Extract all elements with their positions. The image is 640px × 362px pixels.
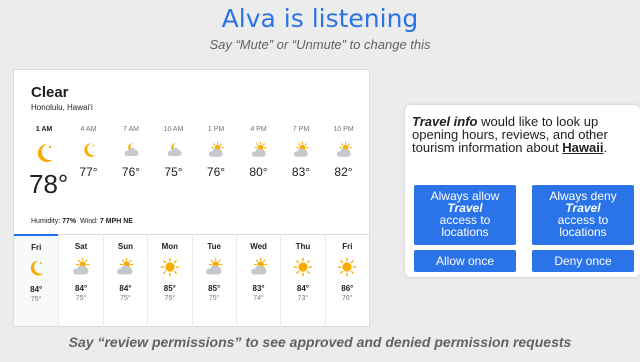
hourly-temp: 83° <box>291 165 311 179</box>
partly-cloudy-icon <box>115 257 135 277</box>
daily-day: Thu <box>295 242 311 251</box>
daily-high: 86° <box>341 284 354 293</box>
sun-icon <box>160 257 180 277</box>
daily-day: Sat <box>74 242 88 251</box>
daily-day: Sun <box>117 242 133 251</box>
daily-day: Fri <box>342 242 353 251</box>
partly-cloudy-night-icon <box>165 141 183 159</box>
moon-icon <box>80 141 98 159</box>
daily-item[interactable]: Fri 86° 76° <box>324 235 369 327</box>
daily-forecast: Fri 84° 75° Sat 84° 75° Sun 84° 75° Mon 85° 75° Tue 8… <box>14 234 369 327</box>
sun-icon <box>293 257 313 277</box>
sun-icon <box>337 257 357 277</box>
partly-cloudy-icon <box>292 141 310 159</box>
daily-item[interactable]: Sat 84° 75° <box>58 235 102 327</box>
hourly-temp: 76° <box>206 165 226 179</box>
partly-cloudy-icon <box>335 141 353 159</box>
daily-low: 75° <box>30 296 42 303</box>
hourly-temp: 75° <box>164 165 183 179</box>
permission-message: Travel info would like to look up openin… <box>412 115 637 154</box>
assistant-title: Alva is listening <box>221 4 419 33</box>
hourly-item: 4 PM 80° <box>237 126 281 179</box>
assistant-subtitle: Say “Mute” or “Unmute” to change this <box>209 37 431 52</box>
daily-item[interactable]: Thu 84° 73° <box>280 235 324 327</box>
hourly-item: 7 AM 76° <box>109 126 153 179</box>
footer-hint: Say “review permissions” to see approved… <box>0 334 640 350</box>
permission-period: . <box>603 140 608 155</box>
hourly-time: 10 PM <box>333 126 354 133</box>
daily-day: Mon <box>161 242 179 251</box>
weather-card: Clear Honolulu, Hawaiʻi 1 AM 4 AM 77° 7 AM 7… <box>13 69 370 327</box>
weather-condition: Clear <box>31 84 69 101</box>
daily-high: 84° <box>296 284 309 293</box>
hourly-item: 7 PM 83° <box>279 126 323 179</box>
hourly-time: 10 AM <box>163 126 184 133</box>
hourly-time: 1 AM <box>35 126 53 133</box>
daily-high: 84° <box>119 284 132 293</box>
humidity-value: 77% <box>62 218 77 225</box>
daily-day: Wed <box>250 242 267 251</box>
partly-cloudy-night-icon <box>122 141 140 159</box>
wind-value: 7 MPH NE <box>99 218 133 225</box>
hourly-time: 4 AM <box>80 126 97 133</box>
hourly-time: 7 AM <box>123 126 139 133</box>
permission-place: Hawaii <box>562 140 604 155</box>
daily-high: 85° <box>208 284 221 293</box>
always-allow-button[interactable]: Always allow Travel access to locations <box>414 185 516 245</box>
daily-high: 84° <box>30 285 43 294</box>
hourly-temp: 77° <box>79 165 98 179</box>
footer-post: to see approved and denied permission re… <box>241 334 572 350</box>
daily-item[interactable]: Mon 85° 75° <box>147 235 191 327</box>
hourly-item: 10 AM 75° <box>152 126 196 179</box>
daily-item[interactable]: Wed 83° 74° <box>235 235 280 327</box>
daily-low: 75° <box>208 295 220 302</box>
current-temperature: 78° <box>29 169 69 199</box>
daily-item[interactable]: Fri 84° 75° <box>14 234 59 326</box>
weather-location: Honolulu, Hawaiʻi <box>31 103 93 112</box>
footer-command: “review permissions” <box>97 334 242 350</box>
hourly-time: 7 PM <box>292 126 310 133</box>
daily-high: 83° <box>252 284 265 293</box>
deny-once-button[interactable]: Deny once <box>532 250 634 272</box>
allow-once-button[interactable]: Allow once <box>414 250 516 272</box>
hourly-temp: 80° <box>249 165 268 179</box>
daily-low: 73° <box>297 295 309 302</box>
humidity-label: Humidity: <box>31 218 61 225</box>
daily-item[interactable]: Sun 84° 75° <box>102 235 147 327</box>
partly-cloudy-icon <box>250 141 268 159</box>
hourly-item: 10 PM 82° <box>322 126 366 179</box>
wind-label: Wind: <box>80 218 98 225</box>
hourly-item: 4 AM 77° <box>67 126 111 179</box>
daily-day: Fri <box>31 243 42 252</box>
always-deny-suffix: access to locations <box>557 213 609 239</box>
footer-pre: Say <box>68 334 98 350</box>
partly-cloudy-icon <box>249 257 269 277</box>
daily-low: 75° <box>120 295 131 302</box>
hourly-temp: 76° <box>121 165 141 179</box>
hourly-time: 4 PM <box>250 126 267 133</box>
always-allow-suffix: access to locations <box>439 213 491 239</box>
permission-dialog: Travel info would like to look up openin… <box>405 105 640 277</box>
daily-low: 75° <box>164 295 176 302</box>
partly-cloudy-icon <box>71 257 91 277</box>
hourly-item: 1 PM 76° <box>194 126 238 179</box>
daily-item[interactable]: Tue 85° 75° <box>191 235 236 327</box>
moon-icon <box>32 141 56 165</box>
hourly-time: 1 PM <box>207 126 225 133</box>
daily-high: 84° <box>75 284 88 293</box>
hourly-item: 1 AM <box>22 126 66 165</box>
partly-cloudy-icon <box>207 141 225 159</box>
daily-low: 75° <box>75 295 87 302</box>
moon-icon <box>26 258 46 278</box>
daily-low: 76° <box>342 295 353 302</box>
hourly-temp: 82° <box>334 165 353 179</box>
daily-high: 85° <box>163 284 176 293</box>
daily-low: 74° <box>253 295 264 302</box>
daily-day: Tue <box>207 242 221 251</box>
partly-cloudy-icon <box>204 257 224 277</box>
weather-details: Humidity: 77% Wind: 7 MPH NE <box>31 218 133 225</box>
always-deny-button[interactable]: Always deny Travel access to locations <box>532 185 634 245</box>
